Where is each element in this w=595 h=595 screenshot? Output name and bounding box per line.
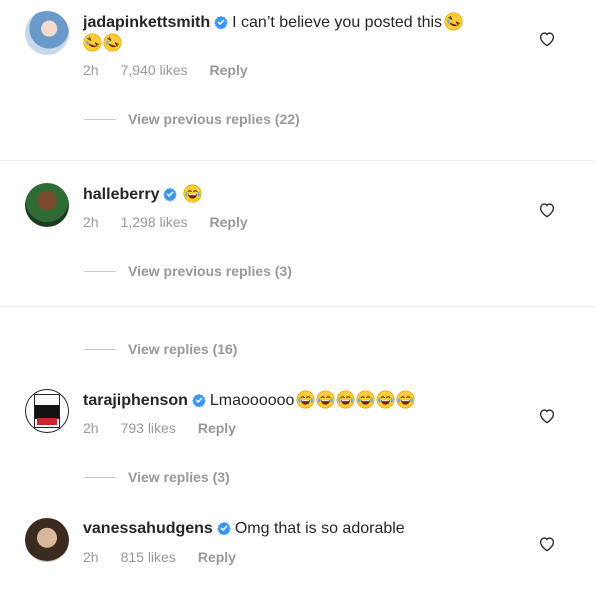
rofl-emoji-icon <box>444 12 463 31</box>
comment-body: tarajiphenson Lmaoooooo <box>83 390 416 411</box>
comment-body: jadapinkettsmith I can’t believe you post… <box>83 12 464 33</box>
comment-body: vanessahudgens Omg that is so adorable <box>83 519 405 539</box>
comment-body: halleberry <box>83 184 203 205</box>
comment-body-line2 <box>83 33 123 54</box>
comment-meta: 2h 7,940 likes Reply <box>83 62 270 78</box>
joy-emoji-icon <box>376 390 395 409</box>
reply-button[interactable]: Reply <box>198 420 236 436</box>
comment-text: I can’t believe you posted this <box>232 14 443 31</box>
joy-emoji-icon <box>296 390 315 409</box>
verified-badge-icon <box>192 393 206 407</box>
joy-emoji-icon <box>183 184 202 203</box>
avatar[interactable] <box>25 11 69 55</box>
comment-text: Lmaoooooo <box>209 392 295 409</box>
view-replies-label: View previous replies (22) <box>128 111 300 127</box>
username[interactable]: jadapinkettsmith <box>83 14 210 31</box>
heart-outline-icon[interactable] <box>538 30 556 47</box>
timestamp[interactable]: 2h <box>83 214 99 230</box>
likes-count[interactable]: 7,940 likes <box>121 62 188 78</box>
view-replies-label: View replies (3) <box>128 469 230 485</box>
username[interactable]: halleberry <box>83 186 159 203</box>
joy-emoji-icon <box>336 390 355 409</box>
joy-emoji-icon <box>356 390 375 409</box>
timestamp[interactable]: 2h <box>83 62 99 78</box>
reply-button[interactable]: Reply <box>210 214 248 230</box>
comment-separator <box>0 160 595 161</box>
divider-dash <box>84 477 116 478</box>
username[interactable]: tarajiphenson <box>83 392 188 409</box>
rofl-emoji-icon <box>83 33 102 52</box>
divider-dash <box>84 271 116 272</box>
comment-meta: 2h 815 likes Reply <box>83 549 258 565</box>
view-replies-button[interactable]: View replies (16) <box>84 341 237 357</box>
likes-count[interactable]: 1,298 likes <box>121 214 188 230</box>
reply-button[interactable]: Reply <box>198 549 236 565</box>
view-previous-replies[interactable]: View previous replies (22) <box>84 111 300 127</box>
verified-badge-icon <box>163 187 177 201</box>
username[interactable]: vanessahudgens <box>83 520 213 537</box>
divider-dash <box>84 349 116 350</box>
verified-badge-icon <box>214 15 228 29</box>
avatar[interactable] <box>25 518 69 562</box>
timestamp[interactable]: 2h <box>83 420 99 436</box>
likes-count[interactable]: 815 likes <box>121 549 176 565</box>
heart-outline-icon[interactable] <box>538 201 556 218</box>
comment-meta: 2h 793 likes Reply <box>83 420 258 436</box>
book-cover-image <box>34 394 60 428</box>
heart-outline-icon[interactable] <box>538 407 556 424</box>
view-replies-label: View previous replies (3) <box>128 263 292 279</box>
verified-badge-icon <box>217 521 231 535</box>
joy-emoji-icon <box>316 390 335 409</box>
view-replies-label: View replies (16) <box>128 341 238 357</box>
comment-meta: 2h 1,298 likes Reply <box>83 214 270 230</box>
comment-text: Omg that is so adorable <box>234 520 405 537</box>
view-replies-button[interactable]: View replies (3) <box>84 469 230 485</box>
comment-separator <box>0 306 595 307</box>
view-previous-replies[interactable]: View previous replies (3) <box>84 263 292 279</box>
avatar[interactable] <box>25 389 69 433</box>
heart-outline-icon[interactable] <box>538 535 556 552</box>
divider-dash <box>84 119 116 120</box>
rofl-emoji-icon <box>103 33 122 52</box>
reply-button[interactable]: Reply <box>210 62 248 78</box>
timestamp[interactable]: 2h <box>83 549 99 565</box>
joy-emoji-icon <box>396 390 415 409</box>
likes-count[interactable]: 793 likes <box>121 420 176 436</box>
avatar[interactable] <box>25 183 69 227</box>
